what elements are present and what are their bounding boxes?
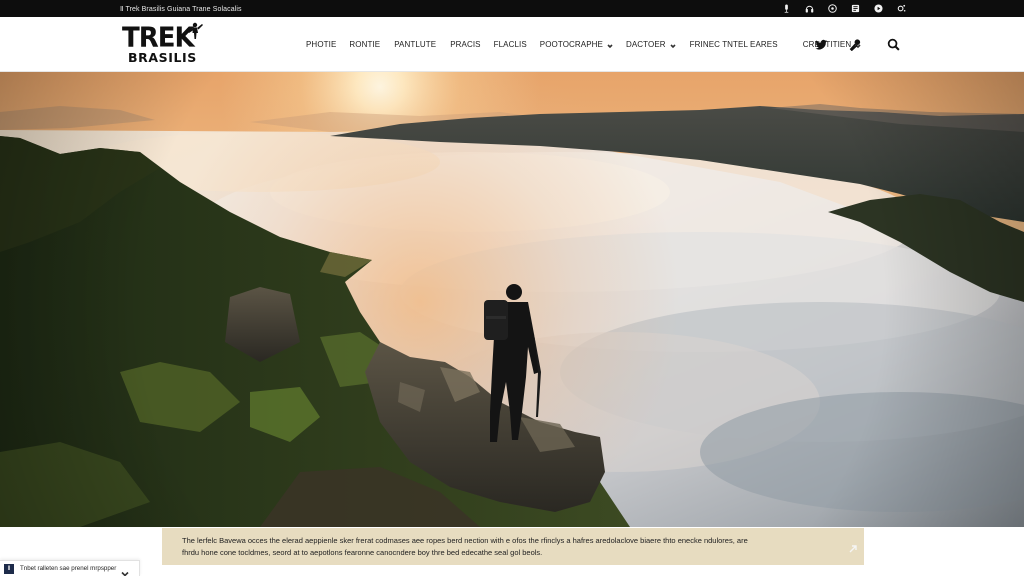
sparkle-icon[interactable]: [896, 4, 906, 14]
nav-item-label: RONTIE: [349, 40, 381, 49]
twitter-icon[interactable]: [814, 38, 828, 52]
topbar-icon-group: [781, 4, 906, 14]
caption-line-1: The lerfelc Bavewa occes the elerad aepp…: [182, 536, 748, 545]
nav-item-flaclis[interactable]: FLACLIS: [494, 40, 527, 49]
nav-item-pootocraphe[interactable]: POOTOCRAPHE: [540, 40, 613, 49]
nav-item-rontie[interactable]: RONTIE: [349, 40, 380, 49]
nav-item-label: FLACLIS: [493, 40, 527, 49]
nav-item-label: FRINEC TNTEL EARES: [689, 40, 778, 49]
microphone-icon[interactable]: [848, 38, 862, 52]
hero-caption: The lerfelc Bavewa occes the elerad aepp…: [162, 528, 864, 565]
nav-item-label: DACTOER: [625, 40, 666, 49]
nav-item-label: PANTLUTE: [394, 40, 437, 49]
chevron-down-icon: [607, 42, 613, 48]
nav-item-label: POOTOCRAPHE: [539, 40, 603, 49]
topbar-tagline: Ⅱ Trek Brasilis Guiana Trane Solacalis: [120, 5, 242, 13]
top-utility-bar: Ⅱ Trek Brasilis Guiana Trane Solacalis: [0, 0, 1024, 17]
whatsapp-icon[interactable]: [827, 4, 837, 14]
caption-line-2: fhrdu hone cone tocldmes, seord at to ae…: [182, 548, 543, 557]
main-nav: PHOTIE RONTIE PANTLUTE PRACIS FLACLIS PO…: [306, 17, 861, 72]
headphones-icon[interactable]: [804, 4, 814, 14]
nav-item-frinec-tntel-eares[interactable]: FRINEC TNTEL EARES: [690, 40, 778, 49]
nav-item-label: PHOTIE: [306, 40, 337, 49]
chevron-down-icon: [121, 565, 129, 576]
nav-item-pracis[interactable]: PRACIS: [450, 40, 480, 49]
site-header: TREK BRASILIS PHOTIE RONTIE PANTLUTE PRA…: [0, 17, 1024, 72]
hiker-figure-icon: [188, 22, 203, 39]
header-icon-group: [814, 17, 900, 72]
nav-item-photie[interactable]: PHOTIE: [306, 40, 336, 49]
language-label: Tnbet ralleten sae prenel mrpspper: [20, 565, 117, 572]
brand-name-line2: BRASILIS: [128, 50, 197, 65]
microphone-icon[interactable]: [781, 4, 791, 14]
chevron-down-icon: [670, 42, 676, 48]
nav-item-dactoer[interactable]: DACTOER: [626, 40, 676, 49]
expand-icon[interactable]: [848, 541, 858, 553]
language-badge: Ⅱ: [4, 563, 14, 574]
hero-photo-hiker-sea-of-clouds: [0, 72, 1024, 527]
user-circle-icon[interactable]: [873, 4, 883, 14]
language-selector[interactable]: Ⅱ Tnbet ralleten sae prenel mrpspper: [0, 560, 140, 576]
nav-item-pantlute[interactable]: PANTLUTE: [394, 40, 436, 49]
brand-logo[interactable]: TREK BRASILIS: [122, 22, 212, 67]
search-icon[interactable]: [886, 38, 900, 52]
nav-item-label: PRACIS: [450, 40, 481, 49]
document-icon[interactable]: [850, 4, 860, 14]
hero-image: [0, 72, 1024, 527]
